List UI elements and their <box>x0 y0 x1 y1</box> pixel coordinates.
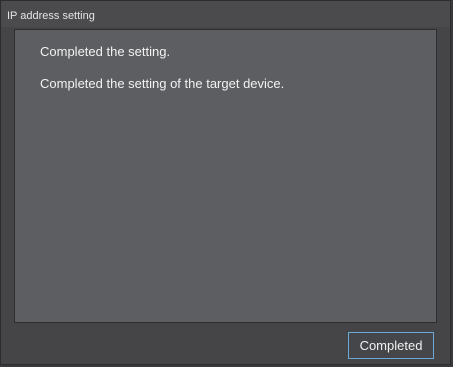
dialog-titlebar: IP address setting <box>1 1 450 27</box>
dialog-title: IP address setting <box>7 10 95 22</box>
completed-button[interactable]: Completed <box>348 332 434 359</box>
message-area: Completed the setting. Completed the set… <box>14 29 437 323</box>
ip-address-setting-dialog: IP address setting Completed the setting… <box>0 0 451 365</box>
status-message-setting-completed: Completed the setting. <box>40 44 171 59</box>
status-message-target-device-completed: Completed the setting of the target devi… <box>40 76 285 91</box>
